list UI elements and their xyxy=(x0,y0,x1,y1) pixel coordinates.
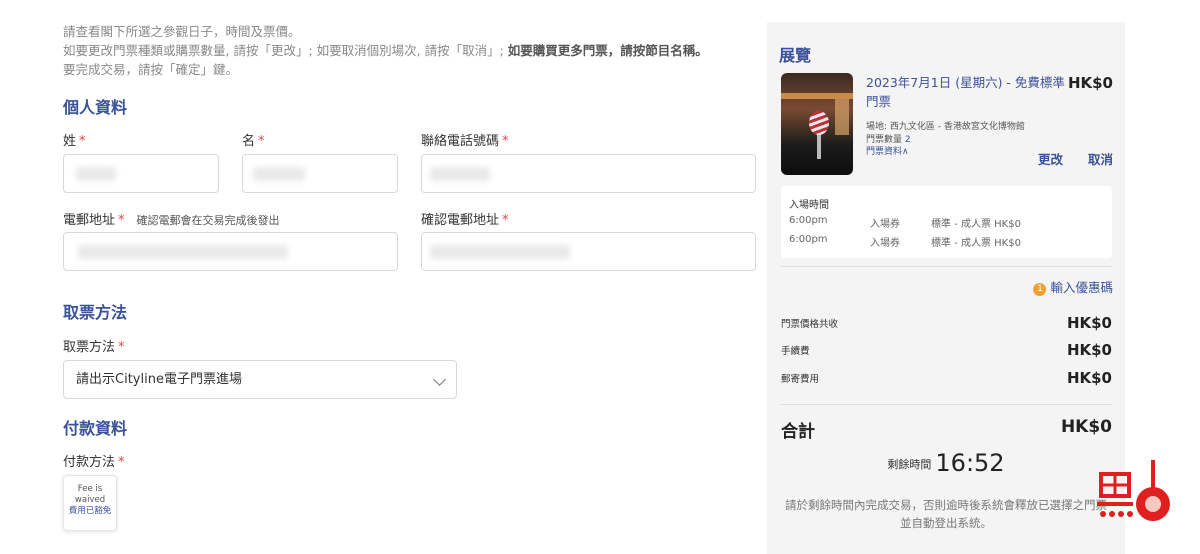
given-name-label: 名 * xyxy=(242,134,265,149)
divider xyxy=(781,404,1112,405)
watermark-logo-icon xyxy=(1097,460,1170,521)
event-title-link[interactable]: 2023年7月1日 (星期六) - 免費標準門票 xyxy=(866,73,1066,111)
divider xyxy=(781,266,1112,267)
event-info: 場地: 西九文化區 - 香港故宮文化博物館 門票數量 2 門票資料∧ xyxy=(866,121,1025,159)
confirm-email-label: 確認電郵地址 * xyxy=(421,213,509,228)
payment-label: 付款方法 * xyxy=(63,455,125,470)
personal-info-title: 個人資料 xyxy=(63,98,128,117)
delivery-select[interactable]: 請出示Cityline電子門票進場 xyxy=(63,360,457,399)
intro-text: 請查看閣下所選之參觀日子，時間及票價。 如要更改門票種類或購票數量, 請按「更改… xyxy=(63,22,753,79)
confirm-email-input[interactable] xyxy=(421,232,756,271)
chevron-down-icon xyxy=(433,373,446,386)
email-input[interactable] xyxy=(63,232,398,271)
ticket-info-toggle[interactable]: 門票資料∧ xyxy=(866,146,1025,159)
info-icon: 1 xyxy=(1033,283,1047,296)
event-price: HK$0 xyxy=(1067,74,1113,92)
edit-button[interactable]: 更改 xyxy=(1038,149,1063,168)
ticket-quantity: 門票數量 2 xyxy=(866,134,911,145)
payment-title: 付款資料 xyxy=(63,419,128,438)
entry-time-table: 入場時間 6:00pm 入場券 標準 - 成人票 HK$0 6:00pm 入場券… xyxy=(781,186,1112,258)
surname-input[interactable] xyxy=(63,154,219,193)
event-thumbnail xyxy=(781,73,853,175)
intro-line-3: 要完成交易，請按「確定」鍵。 xyxy=(63,62,239,77)
event-venue: 場地: 西九文化區 - 香港故宮文化博物館 xyxy=(866,122,1025,132)
entry-time-header: 入場時間 xyxy=(789,200,829,211)
timeout-note: 請於剩餘時間內完成交易，否則逾時後系統會釋放已選擇之門票並自動登出系統。 xyxy=(785,498,1107,530)
email-label: 電郵地址 * 確認電郵會在交易完成後發出 xyxy=(63,213,280,228)
given-name-input[interactable] xyxy=(242,154,398,193)
delivery-label: 取票方法 * xyxy=(63,340,125,355)
phone-label: 聯絡電話號碼 * xyxy=(421,134,509,149)
total-value: HK$0 xyxy=(1060,417,1112,437)
countdown-timer: 剩餘時間 16:52 xyxy=(887,449,1005,477)
phone-input[interactable] xyxy=(421,154,756,193)
payment-method-fee-waived[interactable]: Fee is waived 費用已豁免 xyxy=(63,475,117,531)
surname-label: 姓 * xyxy=(63,134,86,149)
summary-title: 展覽 xyxy=(779,46,812,65)
intro-line-1: 請查看閣下所選之參觀日子，時間及票價。 xyxy=(63,24,301,39)
total-label: 合計 xyxy=(781,422,815,442)
delivery-selected-value: 請出示Cityline電子門票進場 xyxy=(76,372,242,387)
cancel-button[interactable]: 取消 xyxy=(1088,149,1113,168)
intro-line-2: 如要更改門票種類或購票數量, 請按「更改」; 如要取消個別場次, 請按「取消」;… xyxy=(63,43,708,58)
order-summary-panel: 展覽 2023年7月1日 (星期六) - 免費標準門票 HK$0 場地: 西九文… xyxy=(767,22,1125,554)
delivery-title: 取票方法 xyxy=(63,303,128,322)
promo-code-link[interactable]: 1 輸入優惠碼 xyxy=(1033,277,1113,296)
